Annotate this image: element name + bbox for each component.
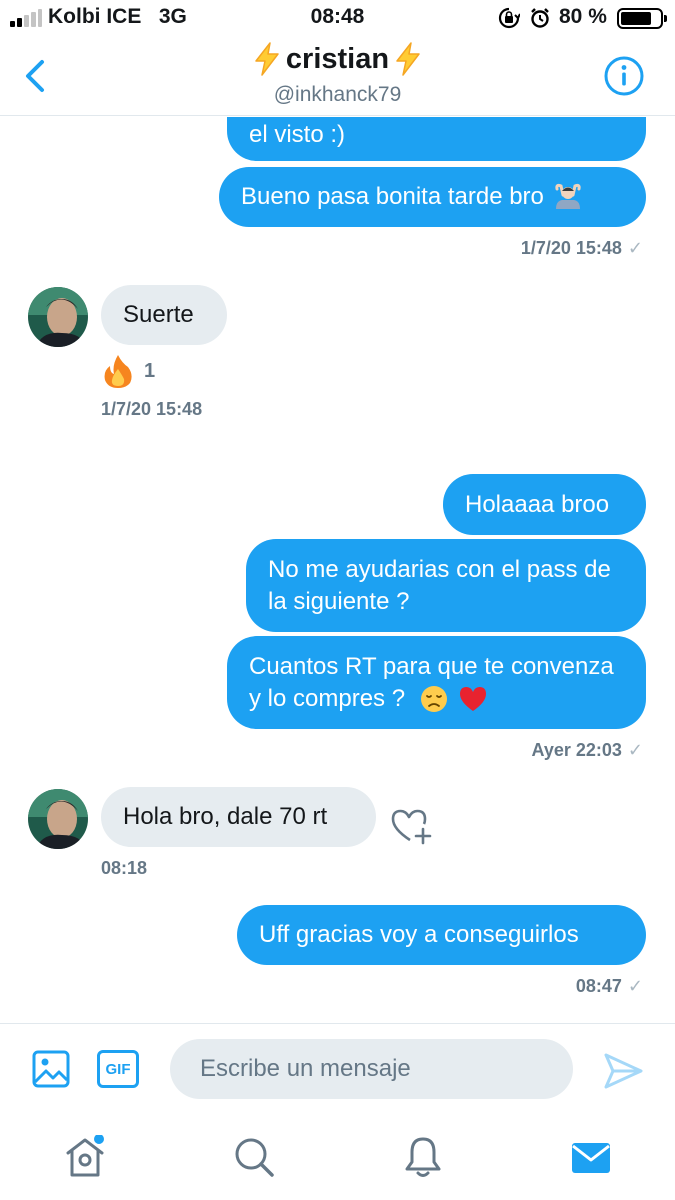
conversation-header: cristian @inkhanck79 <box>0 40 675 116</box>
contact-name: cristian <box>285 42 390 75</box>
gif-icon[interactable]: GIF <box>97 1050 139 1088</box>
signal-bars-icon <box>10 9 42 27</box>
message-timestamp: 1/7/20 15:48 <box>101 399 203 419</box>
battery-percent: 80 % <box>559 5 607 28</box>
message-bubble-sent[interactable]: el visto :) <box>227 117 646 161</box>
message-bubble-sent[interactable]: Bueno pasa bonita tarde bro <box>219 167 646 227</box>
message-composer: GIF <box>0 1023 675 1115</box>
message-text: Bueno pasa bonita tarde bro <box>241 183 544 210</box>
avatar[interactable] <box>28 287 88 347</box>
message-text: Uff gracias voy a conseguirlos <box>259 921 579 948</box>
network-type: 3G <box>158 5 187 28</box>
message-bubble-sent[interactable]: Holaaaa broo <box>443 474 646 535</box>
disappointed-face-icon <box>420 686 447 713</box>
message-bubble-sent[interactable]: Uff gracias voy a conseguirlos <box>237 905 646 965</box>
message-bubble-received[interactable]: Suerte <box>101 285 227 345</box>
send-icon[interactable] <box>602 1051 644 1091</box>
message-timestamp: 08:18 <box>101 858 148 878</box>
home-icon[interactable] <box>63 1135 107 1179</box>
battery-icon <box>617 8 667 29</box>
image-icon[interactable] <box>32 1050 70 1088</box>
search-icon[interactable] <box>232 1135 276 1179</box>
conversation-title[interactable]: cristian @inkhanck79 <box>0 42 675 107</box>
message-text: Hola bro, dale 70 rt <box>123 803 328 830</box>
message-text: Suerte <box>123 301 194 328</box>
person-gesturing-ok-icon <box>555 183 581 209</box>
read-receipt-icon: ✓ <box>627 238 643 258</box>
add-reaction-heart-icon[interactable] <box>390 807 432 845</box>
info-icon[interactable] <box>603 55 645 97</box>
contact-handle: @inkhanck79 <box>273 83 402 106</box>
fire-icon <box>104 355 132 388</box>
carrier-label: Kolbi ICE 3G <box>48 5 187 28</box>
message-bubble-sent[interactable]: Cuantos RT para que te convenza y lo com… <box>227 636 646 729</box>
read-receipt-icon: ✓ <box>627 976 643 996</box>
message-timestamp: 1/7/20 15:48 ✓ <box>520 238 643 258</box>
message-reaction[interactable]: 1 <box>100 353 155 389</box>
message-bubble-received[interactable]: Hola bro, dale 70 rt <box>101 787 376 847</box>
alarm-icon <box>531 8 549 28</box>
message-thread[interactable]: el visto :) Bueno pasa bonita tarde bro … <box>0 117 675 1023</box>
notifications-bell-icon[interactable] <box>401 1135 445 1179</box>
message-timestamp: 08:47 ✓ <box>575 976 643 996</box>
notification-dot <box>94 1135 104 1144</box>
message-text: No me ayudarias con el pass de la siguie… <box>268 555 611 615</box>
message-input[interactable] <box>170 1039 573 1099</box>
messages-mail-icon[interactable] <box>569 1135 613 1179</box>
orientation-lock-icon <box>498 7 520 29</box>
message-text: Holaaaa broo <box>465 490 610 518</box>
lightning-bolt-icon <box>255 42 279 76</box>
reaction-count: 1 <box>144 359 156 382</box>
tab-bar <box>0 1115 675 1200</box>
read-receipt-icon: ✓ <box>627 740 643 760</box>
lightning-bolt-icon <box>396 42 420 76</box>
red-heart-icon <box>460 687 487 712</box>
message-timestamp: Ayer 22:03 ✓ <box>531 740 644 760</box>
avatar[interactable] <box>28 789 88 849</box>
status-bar: Kolbi ICE 3G 08:48 80 % <box>0 0 675 40</box>
message-bubble-sent[interactable]: No me ayudarias con el pass de la siguie… <box>246 539 646 632</box>
message-text: el visto :) <box>249 121 346 148</box>
